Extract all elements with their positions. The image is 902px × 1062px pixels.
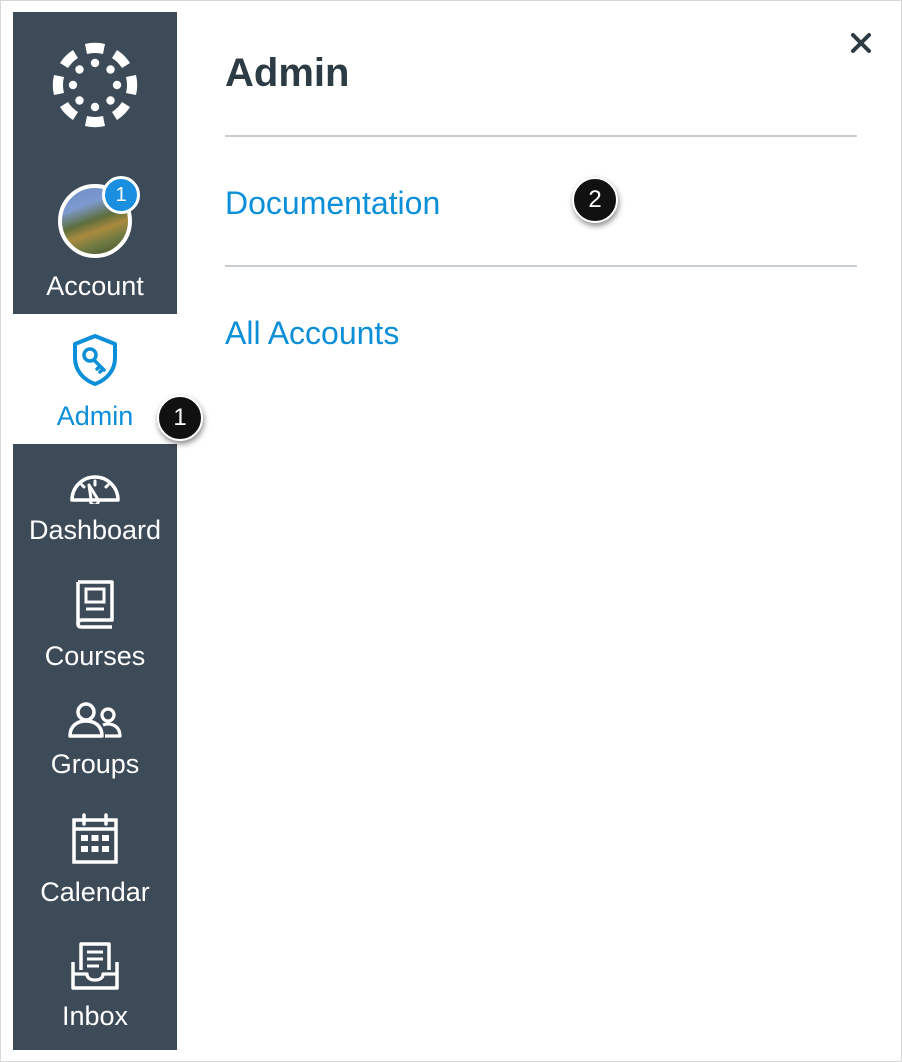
nav-item-label: Admin	[56, 401, 134, 431]
nav-item-dashboard[interactable]: Dashboard	[13, 444, 177, 564]
nav-item-calendar[interactable]: Calendar	[13, 794, 177, 920]
nav-item-groups[interactable]: Groups	[13, 684, 177, 794]
account-avatar-wrap: 1	[58, 176, 140, 258]
canvas-logo-icon	[52, 42, 138, 128]
all-accounts-link[interactable]: All Accounts	[225, 313, 399, 353]
calendar-icon	[71, 812, 119, 866]
users-icon	[67, 700, 123, 740]
inbox-icon	[69, 940, 121, 992]
speedometer-icon	[67, 468, 123, 504]
nav-item-account[interactable]: 1 Account	[13, 176, 177, 314]
book-icon	[74, 578, 116, 630]
nav-item-inbox[interactable]: Inbox	[13, 920, 177, 1048]
callout-marker: 2	[572, 177, 618, 223]
close-icon	[851, 33, 871, 53]
nav-item-label: Dashboard	[28, 515, 162, 545]
close-button[interactable]	[845, 27, 877, 59]
canvas-logo[interactable]	[13, 12, 177, 172]
callout-marker: 1	[157, 395, 203, 441]
nav-item-courses[interactable]: Courses	[13, 564, 177, 684]
tray-divider	[225, 135, 857, 137]
global-navigation: 1 Account Admin Dashboard Courses Groups…	[13, 12, 177, 1050]
nav-item-label: Account	[46, 271, 144, 301]
nav-item-admin[interactable]: Admin	[13, 314, 177, 444]
app-window: 1 Account Admin Dashboard Courses Groups…	[0, 0, 902, 1062]
nav-item-label: Calendar	[40, 877, 150, 907]
notification-badge: 1	[102, 176, 140, 214]
nav-item-label: Inbox	[61, 1001, 129, 1031]
tray-divider	[225, 265, 857, 267]
documentation-link[interactable]: Documentation	[225, 183, 440, 223]
tray-title: Admin	[225, 51, 350, 95]
nav-item-label: Groups	[50, 749, 140, 779]
nav-item-label: Courses	[44, 641, 146, 671]
shield-key-icon	[70, 332, 120, 388]
